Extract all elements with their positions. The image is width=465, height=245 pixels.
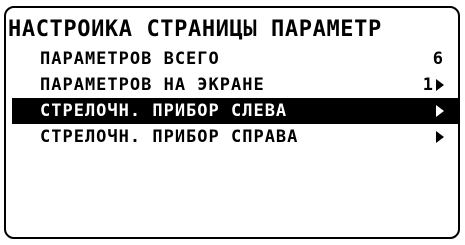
- menu-item-value: 6: [433, 46, 444, 72]
- menu-item-label: ПАРАМЕТРОВ ВСЕГО: [40, 49, 220, 69]
- page-title: НАСТРОЙКА СТРАНИЦЫ ПАРАМЕТР: [8, 18, 382, 42]
- menu-item-label: СТРЕЛОЧН. ПРИБОР СПРАВА: [40, 127, 299, 147]
- menu-item-parameters-on-screen[interactable]: ПАРАМЕТРОВ НА ЭКРАНЕ 1: [6, 72, 458, 98]
- menu-item-value: 1: [423, 72, 444, 98]
- menu-item-gauge-left[interactable]: СТРЕЛОЧН. ПРИБОР СЛЕВА: [12, 98, 458, 124]
- menu-item-gauge-right[interactable]: СТРЕЛОЧН. ПРИБОР СПРАВА: [6, 124, 458, 150]
- menu-item-value: [436, 98, 444, 124]
- triangle-right-icon: [436, 79, 444, 91]
- menu-item-value: [436, 124, 444, 150]
- menu-item-label: СТРЕЛОЧН. ПРИБОР СЛЕВА: [40, 101, 288, 121]
- menu-item-parameters-total[interactable]: ПАРАМЕТРОВ ВСЕГО 6: [6, 46, 458, 72]
- settings-menu: ПАРАМЕТРОВ ВСЕГО 6 ПАРАМЕТРОВ НА ЭКРАНЕ …: [6, 46, 458, 150]
- triangle-right-icon: [436, 131, 444, 143]
- menu-item-label: ПАРАМЕТРОВ НА ЭКРАНЕ: [40, 75, 265, 95]
- parameters-on-screen-value: 1: [422, 75, 434, 95]
- triangle-right-icon: [436, 105, 444, 117]
- parameters-total-value: 6: [432, 49, 444, 69]
- device-screen: НАСТРОЙКА СТРАНИЦЫ ПАРАМЕТР ПАРАМЕТРОВ В…: [4, 6, 460, 239]
